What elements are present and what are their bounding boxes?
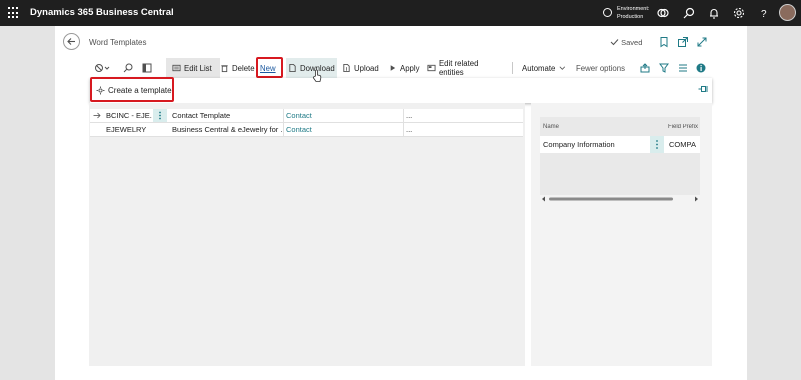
factbox-horizontal-scrollbar[interactable] [540,195,700,203]
delete-button[interactable]: Delete [220,58,256,78]
factbox-row[interactable]: Company Information COMPA [540,136,700,153]
info-icon[interactable] [696,63,706,73]
create-template-highlight-box [90,77,174,102]
expand-icon[interactable] [696,36,708,48]
gear-icon[interactable] [732,6,746,20]
saved-status: Saved [610,38,642,47]
table-row[interactable]: BCINC - EJE... Contact Template Contact … [90,109,523,123]
action-bar-divider [512,62,513,74]
play-icon [390,65,396,71]
more-vertical-icon [159,111,161,120]
chevron-down-icon [559,66,566,70]
document-icon [289,63,296,73]
factbox-row-menu-button[interactable] [650,136,664,153]
template-extra: ... [406,125,413,134]
template-name: Contact Template [172,111,231,120]
scrollbar-graphic [542,196,698,202]
help-icon[interactable]: ? [757,6,771,20]
back-button[interactable] [63,33,80,50]
apply-button[interactable]: Apply [388,58,420,78]
template-extra: ... [406,111,413,120]
template-code[interactable]: EJEWELRY [106,123,152,136]
template-table-link[interactable]: Contact [286,123,401,136]
environment-icon [603,8,612,17]
factbox-row-prefix: COMPA [669,140,696,149]
edit-related-entities-button[interactable]: Edit related entities [427,58,505,78]
edit-related-label: Edit related entities [438,59,479,77]
search-icon[interactable] [682,6,696,20]
automate-label: Automate [522,63,556,73]
delete-label: Delete [232,63,255,73]
apply-label: Apply [400,63,420,73]
upload-label: Upload [354,63,379,73]
view-switch-button[interactable] [94,58,116,78]
top-bar: Dynamics 365 Business Central Environmen… [0,0,801,26]
more-vertical-icon [656,140,658,149]
search-list-button[interactable] [123,58,135,78]
share-icon[interactable] [640,63,650,73]
bell-icon[interactable] [707,6,721,20]
bookmark-icon[interactable] [658,36,670,48]
pane-icon [142,63,152,73]
arrow-left-icon [67,38,75,45]
edit-list-icon [172,64,181,72]
upload-button[interactable]: Upload [342,58,382,78]
table-row[interactable]: EJEWELRY Business Central & eJewelry for… [90,123,523,137]
cell-divider [403,123,404,136]
automate-menu[interactable]: Automate [522,58,566,78]
fewer-options-label: Fewer options [576,63,625,73]
cell-divider [283,109,284,122]
action-bar: Edit List Delete New Download Upload App… [90,58,712,78]
template-table-link[interactable]: Contact [286,109,401,122]
pin-icon[interactable] [698,85,708,93]
app-title[interactable]: Dynamics 365 Business Central [30,7,174,18]
details-pane-button[interactable] [142,58,154,78]
trash-icon [221,65,228,73]
new-highlight-box [256,57,283,78]
saved-label: Saved [621,38,643,47]
app-launcher-icon[interactable] [8,7,20,19]
copilot-icon[interactable] [656,6,670,20]
environment-label: Environment: [617,6,650,12]
hand-cursor-icon [312,69,322,82]
page-title: Word Templates [89,38,147,47]
check-icon [610,39,619,46]
svg-text:?: ? [761,9,767,20]
upload-document-icon [343,63,350,73]
templates-list-panel [89,103,525,366]
cell-divider [403,109,404,122]
search-icon [123,63,133,73]
factbox-row-name: Company Information [543,140,615,149]
list-view-icon[interactable] [678,63,688,73]
views-icon [95,64,110,72]
edit-list-label: Edit List [184,63,212,73]
user-avatar[interactable] [779,4,796,21]
related-entities-icon [427,64,436,72]
filter-icon[interactable] [659,63,669,73]
new-dropdown-menu [90,78,712,103]
open-new-window-icon[interactable] [677,36,689,48]
fewer-options-button[interactable]: Fewer options [576,58,626,78]
row-menu-button[interactable] [153,109,167,122]
template-name: Business Central & eJewelry for ... [172,125,282,134]
edit-list-button[interactable]: Edit List [166,58,220,78]
template-code[interactable]: BCINC - EJE... [106,109,152,122]
environment-indicator[interactable]: Environment: Production [603,6,653,22]
factbox-prefix-header: Field Prefix [668,124,699,130]
row-arrow-icon [93,112,101,119]
cell-divider [283,123,284,136]
factbox-name-header: Name [543,124,560,130]
environment-name: Production [617,14,644,20]
